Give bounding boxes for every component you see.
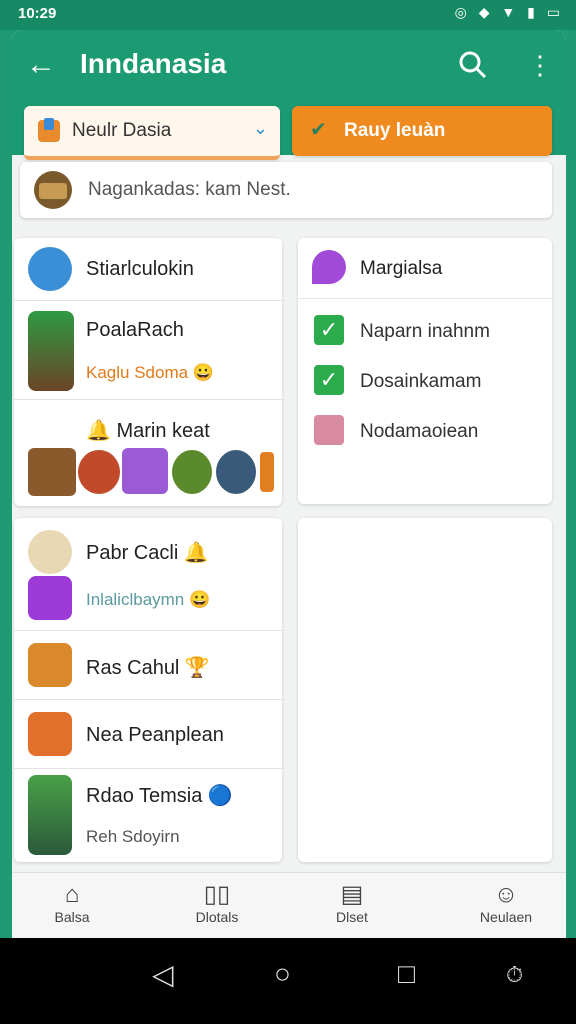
more-vert-icon[interactable]: ⋮ xyxy=(527,50,553,80)
nav-item-home[interactable]: ⌂ Balsa xyxy=(12,881,132,925)
search-icon[interactable] xyxy=(458,50,488,80)
checkbox-checked-icon: ✓ xyxy=(314,315,344,345)
notice-image xyxy=(34,171,72,209)
checklist-item[interactable]: ✓ Dosainkamam xyxy=(298,360,552,400)
list-item-name: 🔔 Marin keat xyxy=(86,420,210,442)
list-item-name: Pabr Cacli 🔔 xyxy=(86,542,209,564)
list-item[interactable]: PoalaRach Kaglu Sdoma 😀 xyxy=(14,301,284,400)
list-item-name: Nea Peanplean xyxy=(86,724,224,746)
notice-text: Nagankadas: kam Nest. xyxy=(88,179,291,200)
check-shield-icon: ✔ xyxy=(310,119,327,141)
list-item-subtitle: Inlaliclbaymn 😀 xyxy=(86,590,211,609)
bottom-nav: ⌂ Balsa ▯▯ Dlotals ▤ Dlset ☺ Neulaen xyxy=(12,872,566,938)
game-thumbnail xyxy=(28,448,76,496)
nav-item-profile[interactable]: ☺ Neulaen xyxy=(446,881,566,925)
game-thumbnail xyxy=(172,450,212,494)
game-thumbnail xyxy=(122,448,168,494)
list-item[interactable]: Rdao Temsia 🔵 Reh Sdoyirn xyxy=(14,769,284,862)
dropdown-label: Neulr Dasia xyxy=(72,120,172,141)
columns-icon: ▯▯ xyxy=(203,881,231,908)
right-card-title: Margialsa xyxy=(360,258,443,279)
game-thumbnail xyxy=(28,311,74,391)
checklist-item[interactable]: Nodamaoiean xyxy=(298,410,552,450)
clock-icon[interactable]: ⏱ xyxy=(506,962,523,988)
game-thumbnail xyxy=(260,452,274,492)
box-icon xyxy=(38,118,60,142)
recents-square-icon[interactable]: □ xyxy=(398,958,415,990)
home-circle-icon[interactable]: ○ xyxy=(274,958,291,990)
status-icons: ◎ ◆ ▼ ▮ ▭ xyxy=(454,4,564,20)
list-item[interactable]: Ras Cahul 🏆 xyxy=(14,631,284,700)
list-item-name: Rdao Temsia 🔵 xyxy=(86,785,233,807)
nav-item-list[interactable]: ▤ Dlset xyxy=(292,881,412,925)
game-thumbnail xyxy=(28,775,72,855)
list-item-subtitle: Kaglu Sdoma 😀 xyxy=(86,363,214,382)
left-card-top: Stiarlculokin PoalaRach Kaglu Sdoma 😀 🔔 … xyxy=(14,238,284,506)
left-card-bottom: Pabr Cacli 🔔 Inlaliclbaymn 😀 Ras Cahul 🏆… xyxy=(14,518,284,862)
app-frame: ← Inndanasia ⋮ Neulr Dasia ⌄ ✔ Rauy leuà… xyxy=(12,30,566,938)
category-dropdown[interactable]: Neulr Dasia ⌄ xyxy=(24,106,280,160)
checklist-label: Dosainkamam xyxy=(360,371,482,392)
page-title: Inndanasia xyxy=(80,48,227,79)
avatar-icon xyxy=(314,415,344,445)
game-thumbnail xyxy=(78,450,120,494)
system-nav-bar: ◁ ○ □ ⏱ xyxy=(0,938,576,1024)
person-icon: ☺ xyxy=(493,881,519,908)
checklist-label: Naparn inahnm xyxy=(360,321,490,342)
list-item-name: Stiarlculokin xyxy=(86,258,194,280)
crossed-tools-icon xyxy=(28,643,72,687)
nav-label: Dlset xyxy=(336,909,368,925)
notice-bar[interactable]: Nagankadas: kam Nest. xyxy=(20,162,552,218)
list-item[interactable]: Nea Peanplean xyxy=(14,700,284,769)
list-item-name: Ras Cahul 🏆 xyxy=(86,657,210,679)
game-thumbnail xyxy=(216,450,256,494)
checkbox-checked-icon: ✓ xyxy=(314,365,344,395)
heart-check-icon xyxy=(312,250,346,284)
animal-avatar xyxy=(28,530,72,574)
back-triangle-icon[interactable]: ◁ xyxy=(152,958,174,991)
chevron-down-icon: ⌄ xyxy=(252,118,268,138)
nav-label: Dlotals xyxy=(195,909,239,925)
back-arrow-icon[interactable]: ← xyxy=(26,48,60,82)
nav-item-details[interactable]: ▯▯ Dlotals xyxy=(157,881,277,925)
list-card-icon: ▤ xyxy=(340,881,364,908)
list-item[interactable]: 🔔 Marin keat xyxy=(14,400,284,506)
list-item-subtitle: Reh Sdoyirn xyxy=(86,827,180,846)
right-card-header[interactable]: Margialsa xyxy=(298,238,552,299)
status-time: 10:29 xyxy=(18,5,57,22)
home-icon: ⌂ xyxy=(64,881,80,908)
checklist-item[interactable]: ✓ Naparn inahnm xyxy=(298,310,552,350)
right-card-top: Margialsa ✓ Naparn inahnm ✓ Dosainkamam … xyxy=(298,238,552,504)
list-item-name: PoalaRach xyxy=(86,319,184,341)
action-button[interactable]: ✔ Rauy leuàn xyxy=(292,106,552,156)
list-item[interactable]: Stiarlculokin xyxy=(14,238,284,301)
list-item[interactable]: Pabr Cacli 🔔 Inlaliclbaymn 😀 xyxy=(14,518,284,631)
avatar xyxy=(28,712,72,756)
status-bar: 10:29 ◎ ◆ ▼ ▮ ▭ xyxy=(0,0,576,30)
avatar xyxy=(28,576,72,620)
checklist-label: Nodamaoiean xyxy=(360,421,479,442)
clock-icon xyxy=(28,247,72,291)
action-button-label: Rauy leuàn xyxy=(344,120,446,141)
nav-label: Neulaen xyxy=(479,909,533,925)
right-card-bottom xyxy=(298,518,552,862)
nav-label: Balsa xyxy=(54,909,90,925)
